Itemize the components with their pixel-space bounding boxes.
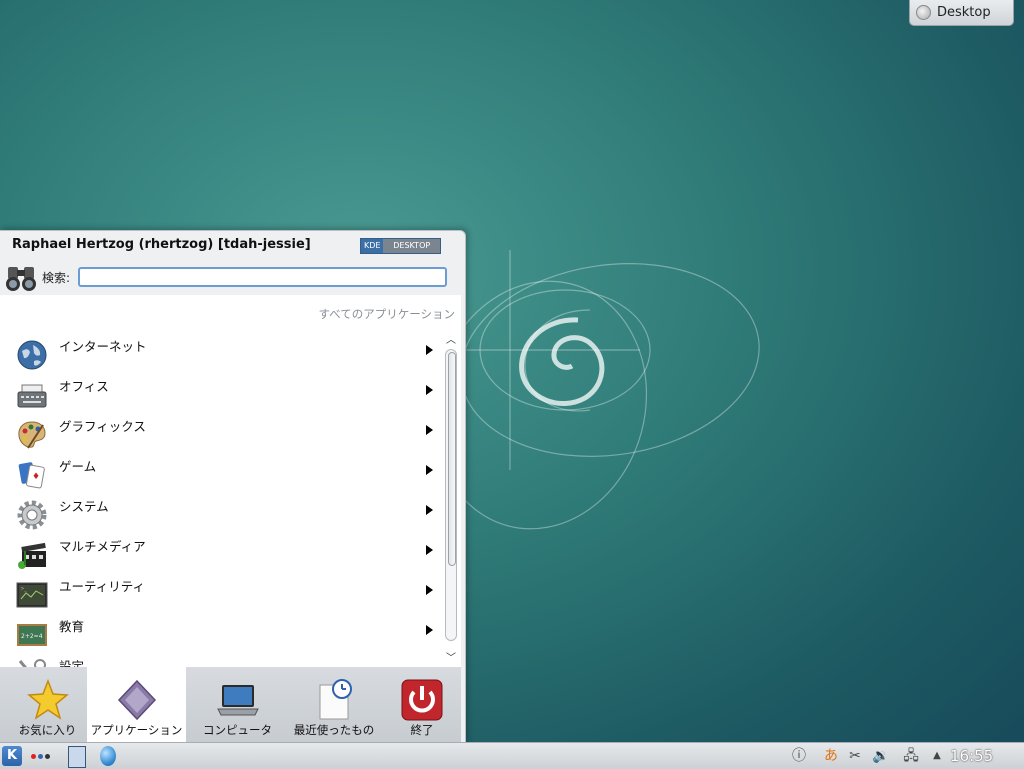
kde-logo-text: KDE bbox=[361, 239, 384, 253]
expand-arrow-icon[interactable]: ▲ bbox=[928, 747, 946, 765]
submenu-arrow-icon bbox=[426, 425, 433, 435]
launcher-tab-bar: お気に入り アプリケーション コンピュータ 最近使ったもの 終了 bbox=[0, 667, 461, 743]
tools-icon bbox=[18, 659, 46, 667]
dark-dot-icon bbox=[45, 753, 50, 759]
cashew-icon bbox=[916, 5, 931, 20]
search-input[interactable] bbox=[78, 267, 447, 287]
app-category-settings[interactable]: 設定 bbox=[0, 653, 440, 667]
info-icon[interactable]: ⓘ bbox=[790, 747, 808, 765]
gear-icon bbox=[17, 500, 47, 530]
scrollbar-track[interactable] bbox=[445, 349, 457, 641]
app-category-label: ユーティリティ bbox=[59, 579, 146, 594]
tab-label: 最近使ったもの bbox=[293, 723, 375, 737]
tab-label: 終了 bbox=[410, 723, 434, 737]
app-category-label: オフィス bbox=[59, 379, 109, 394]
scrollbar-thumb[interactable] bbox=[448, 352, 456, 566]
star-icon bbox=[26, 679, 69, 720]
cards-icon: ♦ bbox=[18, 462, 45, 489]
tab-computer[interactable]: コンピュータ bbox=[190, 667, 285, 743]
digital-clock[interactable]: 16:55 bbox=[950, 747, 993, 765]
taskbar-panel: K ⓘ あ ✂ 🔉 🖧 ▲ 16:55 bbox=[0, 742, 1024, 769]
monitor-icon: >_ bbox=[16, 582, 48, 608]
web-browser-icon[interactable] bbox=[100, 746, 116, 766]
svg-text:2+2=4: 2+2=4 bbox=[21, 633, 43, 640]
submenu-arrow-icon bbox=[426, 505, 433, 515]
breadcrumb-all-applications[interactable]: すべてのアプリケーション bbox=[318, 306, 455, 322]
submenu-arrow-icon bbox=[426, 545, 433, 555]
tab-leave[interactable]: 終了 bbox=[374, 667, 470, 743]
typewriter-icon bbox=[17, 384, 47, 408]
svg-text:♦: ♦ bbox=[32, 472, 40, 482]
app-category-label: マルチメディア bbox=[59, 539, 146, 554]
scroll-up-arrow-icon[interactable]: ︿ bbox=[445, 335, 457, 347]
submenu-arrow-icon bbox=[426, 385, 433, 395]
input-method-icon[interactable]: あ bbox=[822, 747, 840, 765]
activity-manager-button[interactable] bbox=[31, 746, 53, 766]
submenu-arrow-icon bbox=[426, 625, 433, 635]
diamond-icon bbox=[117, 679, 156, 721]
scroll-down-arrow-icon[interactable]: ﹀ bbox=[445, 653, 457, 665]
app-category-internet[interactable]: インターネット bbox=[0, 333, 440, 373]
desktop-toolbox-label: Desktop bbox=[937, 5, 991, 20]
debian-swirl-wallpaper bbox=[440, 250, 760, 530]
pager-icon[interactable] bbox=[68, 746, 86, 768]
application-list-scrollbar[interactable]: ︿ ﹀ bbox=[444, 335, 458, 665]
network-icon[interactable]: 🖧 bbox=[902, 747, 920, 765]
app-category-system[interactable]: システム bbox=[0, 493, 440, 533]
volume-icon[interactable]: 🔉 bbox=[872, 747, 890, 765]
app-category-label: ゲーム bbox=[59, 459, 97, 474]
application-launcher-button[interactable]: K bbox=[2, 746, 22, 766]
tab-label: お気に入り bbox=[18, 723, 77, 737]
app-category-label: システム bbox=[59, 499, 109, 514]
search-label: 検索: bbox=[42, 271, 71, 285]
submenu-arrow-icon bbox=[426, 345, 433, 355]
app-category-label: インターネット bbox=[59, 339, 147, 354]
app-category-office[interactable]: オフィス bbox=[0, 373, 440, 413]
tab-label: アプリケーション bbox=[90, 723, 183, 737]
app-category-multimedia[interactable]: マルチメディア bbox=[0, 533, 440, 573]
svg-text:>_: >_ bbox=[21, 586, 28, 592]
app-category-label: 教育 bbox=[59, 619, 85, 634]
tab-recently-used[interactable]: 最近使ったもの bbox=[286, 667, 382, 743]
search-row: 検索: bbox=[4, 261, 447, 293]
tab-favorites[interactable]: お気に入り bbox=[0, 667, 95, 743]
application-launcher-menu: Raphael Hertzog (rhertzog) [tdah-jessie]… bbox=[0, 230, 466, 744]
chalkboard-icon: 2+2=4 bbox=[17, 624, 47, 646]
tab-label: コンピュータ bbox=[203, 723, 272, 737]
application-list: すべてのアプリケーション インターネット オフィス グラフィックス ♦ ゲーム … bbox=[0, 295, 461, 667]
laptop-icon bbox=[216, 685, 259, 716]
app-category-graphics[interactable]: グラフィックス bbox=[0, 413, 440, 453]
app-category-label: グラフィックス bbox=[59, 419, 146, 434]
clapperboard-icon bbox=[18, 542, 46, 569]
recent-document-icon bbox=[319, 679, 352, 720]
app-category-games[interactable]: ♦ ゲーム bbox=[0, 453, 440, 493]
clipboard-scissors-icon[interactable]: ✂ bbox=[846, 747, 864, 765]
app-category-utilities[interactable]: >_ ユーティリティ bbox=[0, 573, 440, 613]
desktop-logo-text: DESKTOP bbox=[383, 239, 440, 253]
app-category-label: 設定 bbox=[59, 659, 85, 667]
submenu-arrow-icon bbox=[426, 585, 433, 595]
palette-icon bbox=[18, 421, 46, 449]
kde-desktop-logo: KDE DESKTOP bbox=[360, 238, 441, 254]
red-dot-icon bbox=[31, 753, 36, 759]
tab-applications[interactable]: アプリケーション bbox=[87, 667, 186, 743]
user-header: Raphael Hertzog (rhertzog) [tdah-jessie] bbox=[12, 237, 311, 252]
submenu-arrow-icon bbox=[426, 465, 433, 475]
blue-dot-icon bbox=[38, 753, 43, 759]
globe-icon bbox=[17, 340, 47, 370]
desktop-toolbox-button[interactable]: Desktop bbox=[909, 0, 1014, 26]
app-category-education[interactable]: 2+2=4 教育 bbox=[0, 613, 440, 653]
binoculars-icon bbox=[6, 267, 36, 291]
power-icon bbox=[401, 679, 443, 721]
